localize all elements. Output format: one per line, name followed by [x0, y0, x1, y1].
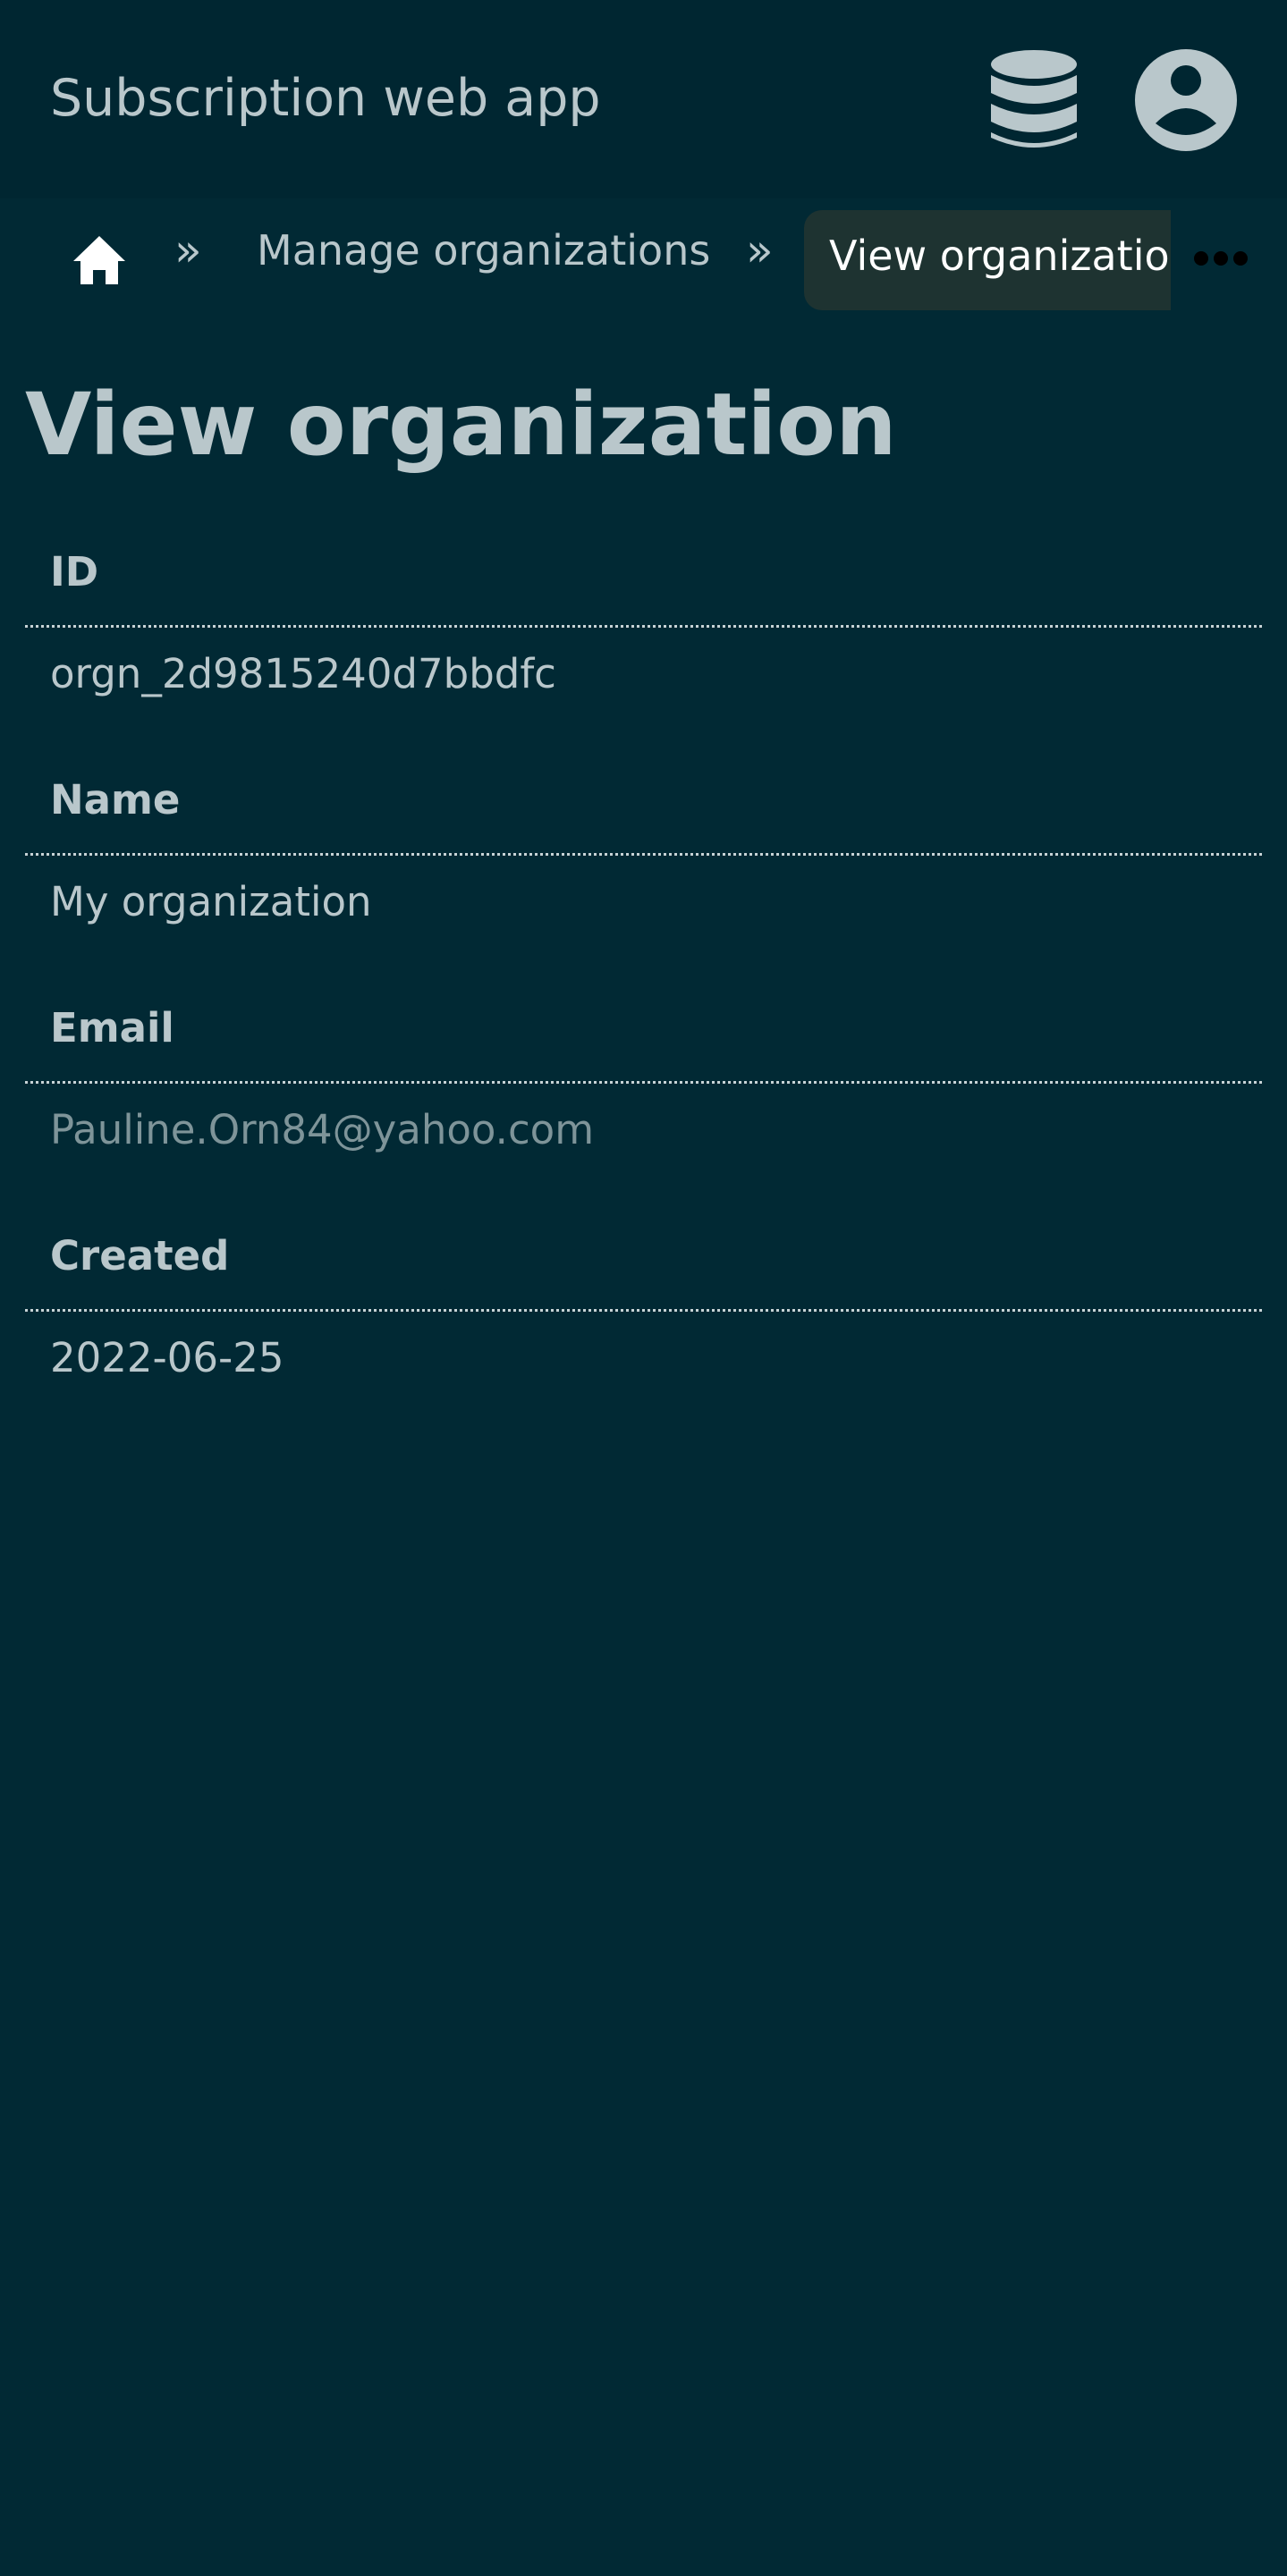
field-label: ID	[25, 528, 1262, 628]
user-circle-icon[interactable]	[1134, 48, 1238, 152]
field-value: 2022-06-25	[50, 1334, 284, 1381]
organization-details: ID orgn_2d9815240d7bbdfc Name My organiz…	[25, 528, 1262, 1440]
page-title: View organization	[25, 375, 897, 475]
field-created: Created 2022-06-25	[25, 1212, 1262, 1440]
field-value-email: Pauline.Orn84@yahoo.com	[50, 1106, 595, 1153]
field-value: orgn_2d9815240d7bbdfc	[50, 650, 556, 697]
field-id: ID orgn_2d9815240d7bbdfc	[25, 528, 1262, 756]
home-icon[interactable]	[72, 234, 127, 286]
breadcrumb-separator: »	[174, 224, 202, 276]
breadcrumb-separator: »	[746, 224, 774, 276]
app-header: Subscription web app	[0, 0, 1287, 198]
database-icon[interactable]	[989, 48, 1079, 152]
breadcrumb-manage-organizations[interactable]: Manage organizations	[257, 225, 710, 275]
breadcrumb: » Manage organizations » View organizati…	[0, 198, 1287, 315]
more-horizontal-icon[interactable]	[1193, 249, 1249, 268]
field-email: Email Pauline.Orn84@yahoo.com	[25, 984, 1262, 1212]
field-label: Email	[25, 984, 1262, 1084]
field-value: My organization	[50, 878, 372, 925]
breadcrumb-current-item: View organization	[804, 210, 1171, 310]
breadcrumb-current-label: View organization	[829, 232, 1171, 280]
field-label: Created	[25, 1212, 1262, 1312]
field-label: Name	[25, 756, 1262, 856]
app-title[interactable]: Subscription web app	[50, 64, 601, 132]
field-name: Name My organization	[25, 756, 1262, 984]
